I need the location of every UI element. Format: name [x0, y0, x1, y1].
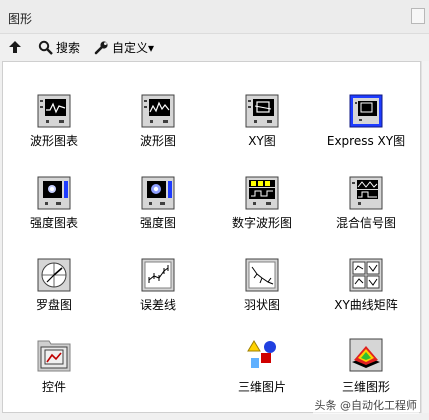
waveform-graph-item[interactable]: 波形图 [110, 90, 206, 160]
search-icon [38, 40, 53, 55]
customize-label: 自定义▾ [112, 40, 155, 55]
feather-plot-label: 羽状图 [243, 298, 280, 312]
window-close-button[interactable] [411, 8, 425, 24]
intensity-chart-label: 强度图表 [29, 216, 78, 230]
graph-palette: 波形图表 波形图 XY图 Express XY图 强度图表 强度图 数字波形图 … [2, 61, 421, 413]
mixed-signal-graph-label: 混合信号图 [335, 216, 396, 230]
search-button[interactable]: 搜索 [38, 39, 80, 55]
palette-scrollbar[interactable] [421, 61, 429, 413]
3d-picture-icon [246, 339, 278, 371]
window-titlebar: 图形 [0, 0, 429, 34]
intensity-graph-icon [141, 176, 175, 210]
express-xy-graph-icon [349, 94, 383, 128]
digital-waveform-graph-icon [245, 176, 279, 210]
search-label: 搜索 [56, 40, 81, 55]
feather-plot-item[interactable]: 羽状图 [214, 254, 310, 324]
intensity-chart-item[interactable]: 强度图表 [6, 172, 102, 242]
customize-button[interactable]: 自定义▾ [94, 39, 154, 55]
error-bar-plot-label: 误差线 [139, 298, 176, 312]
mixed-signal-graph-icon [349, 176, 383, 210]
error-bar-plot-icon [141, 258, 175, 292]
compass-plot-label: 罗盘图 [35, 298, 72, 312]
controls-folder-item[interactable]: 控件 [6, 328, 102, 398]
up-button[interactable] [8, 39, 22, 55]
error-bar-plot-item[interactable]: 误差线 [110, 254, 206, 324]
window-title: 图形 [8, 12, 33, 26]
xy-plot-matrix-icon [349, 258, 383, 292]
compass-plot-icon [37, 258, 71, 292]
palette-toolbar: 搜索 自定义▾ [0, 34, 429, 60]
up-arrow-icon [9, 41, 21, 53]
express-xy-graph-label: Express XY图 [326, 134, 406, 148]
compass-plot-item[interactable]: 罗盘图 [6, 254, 102, 324]
waveform-chart-icon [37, 94, 71, 128]
wrench-icon [94, 40, 108, 54]
xy-graph-icon [245, 94, 279, 128]
xy-plot-matrix-label: XY曲线矩阵 [334, 298, 398, 312]
waveform-graph-icon [141, 94, 175, 128]
controls-folder-icon [37, 340, 71, 372]
intensity-graph-item[interactable]: 强度图 [110, 172, 206, 242]
feather-plot-icon [245, 258, 279, 292]
3d-picture-label: 三维图片 [237, 380, 286, 394]
intensity-chart-icon [37, 176, 71, 210]
express-xy-graph-item[interactable]: Express XY图 [318, 90, 414, 160]
xy-graph-item[interactable]: XY图 [214, 90, 310, 160]
digital-waveform-graph-item[interactable]: 数字波形图 [214, 172, 310, 242]
3d-graph-icon [349, 338, 383, 372]
3d-graph-item[interactable]: 三维图形 [318, 328, 414, 398]
3d-graph-label: 三维图形 [341, 380, 390, 394]
controls-folder-label: 控件 [41, 380, 66, 394]
watermark: 头条 @自动化工程师 [312, 396, 419, 414]
xy-plot-matrix-item[interactable]: XY曲线矩阵 [318, 254, 414, 324]
waveform-graph-label: 波形图 [139, 134, 176, 148]
intensity-graph-label: 强度图 [139, 216, 176, 230]
waveform-chart-label: 波形图表 [29, 134, 78, 148]
mixed-signal-graph-item[interactable]: 混合信号图 [318, 172, 414, 242]
xy-graph-label: XY图 [248, 134, 276, 148]
waveform-chart-item[interactable]: 波形图表 [6, 90, 102, 160]
digital-waveform-graph-label: 数字波形图 [231, 216, 292, 230]
3d-picture-item[interactable]: 三维图片 [214, 328, 310, 398]
